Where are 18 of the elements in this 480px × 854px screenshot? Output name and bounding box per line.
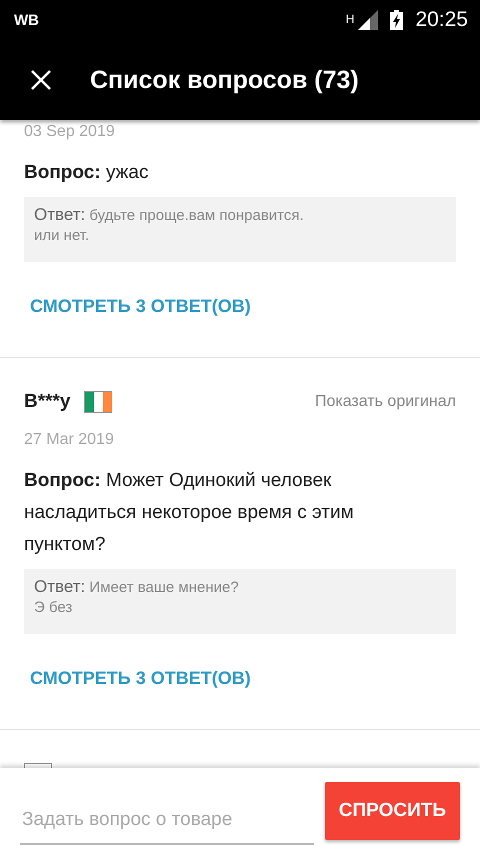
battery-charging-icon <box>390 10 404 30</box>
view-answers-link[interactable]: СМОТРЕТЬ 3 ОТВЕТ(ОВ) <box>30 296 251 317</box>
close-button[interactable] <box>30 69 52 91</box>
view-answers-link[interactable]: СМОТРЕТЬ 3 ОТВЕТ(ОВ) <box>30 668 251 689</box>
signal-icon <box>358 10 378 30</box>
question-text: Вопрос: ужас <box>24 161 150 185</box>
answer-text: Ответ: Имеет ваше мнение? Э без <box>34 577 240 618</box>
ask-button[interactable]: СПРОСИТЬ <box>324 782 460 840</box>
question-date: 27 Mar 2019 <box>24 430 115 450</box>
clock: 20:25 <box>415 8 468 32</box>
question-text: Вопрос: Может Одинокий человек насладиться некоторое время с этим пунктом? <box>24 469 355 557</box>
screen-title: Список вопросов (73) <box>90 66 359 94</box>
carrier-label: WB <box>14 12 39 28</box>
question-date: 03 Sep 2019 <box>24 122 116 142</box>
network-type: H <box>346 12 354 26</box>
answer-text: Ответ: будьте проще.вам понравится. или нет. <box>34 205 305 246</box>
show-original-link[interactable]: Показать оригинал <box>314 393 456 411</box>
author-name: B***y <box>24 391 70 413</box>
